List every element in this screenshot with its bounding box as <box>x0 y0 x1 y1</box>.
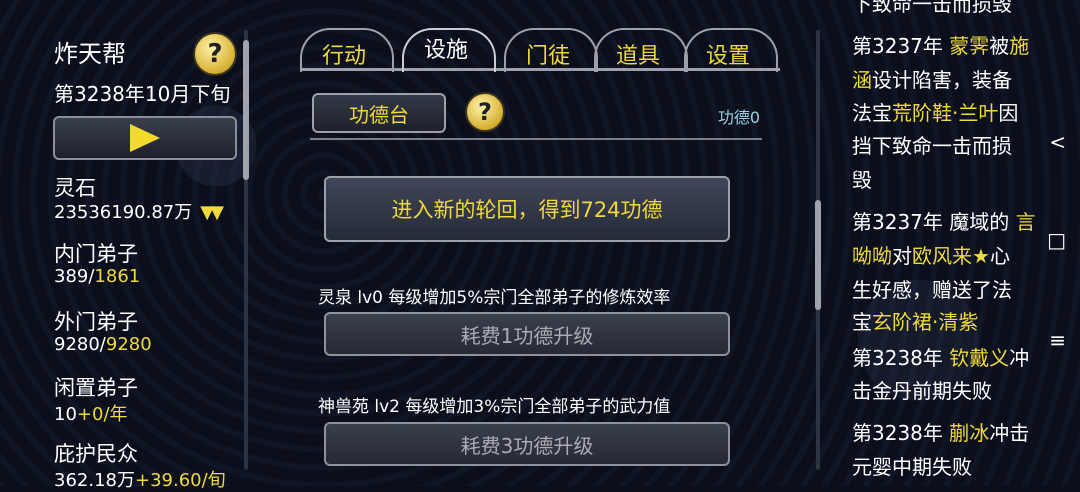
log-line: 法宝荒阶鞋·兰叶因 <box>852 97 1018 126</box>
facility-desc-beast-garden: 神兽苑 lv2 每级增加3%宗门全部弟子的武力值 <box>318 397 671 417</box>
sect-name: 炸天帮 <box>54 40 126 68</box>
log-line: 宝玄阶裙·清紫 <box>852 306 978 335</box>
sect-status-panel: 炸天帮 ? 第3238年10月下旬 灵石 23536190.87万 ▼▼ 内门弟子… <box>40 0 255 491</box>
log-segment: 蒙霁 <box>949 34 990 58</box>
log-segment: 荒阶鞋·兰叶 <box>892 101 999 125</box>
rebirth-button[interactable]: 进入新的轮回，得到724功德 <box>324 176 730 242</box>
log-segment: 蒯冰 <box>949 421 990 445</box>
log-segment: 言 <box>1015 210 1036 234</box>
log-segment: 心 <box>989 244 1010 268</box>
log-line: 元婴中期失败 <box>852 451 972 480</box>
log-segment: 第3238年 <box>852 346 950 370</box>
stat-value-protected-people: 362.18万+39.60/旬 <box>54 470 226 491</box>
divider <box>310 138 762 140</box>
log-segment: 呦呦 <box>852 244 892 268</box>
menu-icon[interactable]: ≡ <box>1049 328 1066 352</box>
stat-value-idle-disciples: 10+0/年 <box>54 404 128 425</box>
scroll-thumb[interactable] <box>243 40 249 180</box>
log-line: 呦呦对欧风来★心 <box>852 240 1010 269</box>
log-segment: 施 <box>1009 34 1030 58</box>
game-date: 第3238年10月下旬 <box>54 82 231 106</box>
upgrade-beast-garden-button[interactable]: 耗费3功德升级 <box>324 422 730 466</box>
log-line: 第3238年 钦戴义冲 <box>852 342 1029 371</box>
tab-facility[interactable]: 设施 <box>424 32 468 64</box>
log-line: 涵设计陷害，装备 <box>852 64 1012 93</box>
log-segment: 被 <box>989 34 1010 58</box>
log-line: 第3238年 蒯冰冲击 <box>852 417 1029 446</box>
stat-label-idle-disciples: 闲置弟子 <box>54 376 138 400</box>
play-icon <box>130 124 160 152</box>
log-segment: 欧风来★ <box>912 244 990 268</box>
stat-value-outer-disciples: 9280/9280 <box>54 334 152 355</box>
merit-counter: 功德0 <box>717 108 760 127</box>
log-segment: 玄阶裙·清紫 <box>872 310 979 334</box>
log-segment: 生好感，赠送了法 <box>852 278 1012 302</box>
event-log: 下致命一击而损毁 第3237年 蒙霁被施 涵设计陷害，装备 法宝荒阶鞋·兰叶因 挡下致… <box>850 0 1050 486</box>
log-segment: 挡下致命一击而损 <box>852 134 1012 158</box>
log-line: 生好感，赠送了法 <box>852 274 1012 303</box>
left-scrollbar[interactable] <box>243 30 249 470</box>
window-icon[interactable]: □ <box>1047 228 1066 252</box>
log-line: 击金丹前期失败 <box>852 375 992 404</box>
tab-settings[interactable]: 设置 <box>706 38 750 70</box>
log-segment: 冲 <box>1009 346 1030 370</box>
log-segment: 毁 <box>852 168 872 192</box>
log-segment: 设计陷害，装备 <box>872 68 1012 92</box>
log-segment: 第3237年 <box>852 34 950 58</box>
log-segment: 宝 <box>852 310 872 334</box>
stat-label-protected-people: 庇护民众 <box>54 442 138 466</box>
log-line: 毁 <box>852 164 872 193</box>
play-button[interactable] <box>53 116 237 160</box>
log-segment: 钦戴义 <box>949 346 1010 370</box>
help-icon[interactable]: ? <box>193 32 237 76</box>
merit-altar-button[interactable]: 功德台 <box>312 93 446 133</box>
tab-bar: 行动 设施 门徒 道具 设置 <box>300 20 780 76</box>
upgrade-spring-button[interactable]: 耗费1功德升级 <box>324 312 730 356</box>
stat-value-spirit-stone: 23536190.87万 ▼▼ <box>54 202 224 223</box>
log-line: 挡下致命一击而损 <box>852 130 1012 159</box>
facility-panel: 行动 设施 门徒 道具 设置 功德台 ? 功德0 进入新的轮回，得到724功德 … <box>290 0 821 486</box>
trend-down-icon: ▼▼ <box>200 202 224 223</box>
log-line: 下致命一击而损毁 <box>852 0 1012 16</box>
stat-label-outer-disciples: 外门弟子 <box>54 310 138 334</box>
log-segment: 因 <box>998 101 1019 125</box>
log-segment: 第3238年 <box>852 421 950 445</box>
help-icon[interactable]: ? <box>465 92 505 132</box>
log-segment: 第3237年 魔域的 <box>852 210 1016 234</box>
tab-items[interactable]: 道具 <box>616 38 660 70</box>
tab-disciples[interactable]: 门徒 <box>526 38 570 70</box>
facility-desc-spring: 灵泉 lv0 每级增加5%宗门全部弟子的修炼效率 <box>318 288 671 308</box>
log-line: 第3237年 魔域的 言 <box>852 206 1036 235</box>
log-segment: 元婴中期失败 <box>852 455 972 479</box>
stat-label-inner-disciples: 内门弟子 <box>54 242 138 266</box>
scroll-thumb[interactable] <box>815 200 821 310</box>
collapse-icon[interactable]: < <box>1049 130 1066 154</box>
log-line: 第3237年 蒙霁被施 <box>852 30 1029 59</box>
center-scrollbar[interactable] <box>815 30 821 470</box>
log-segment: 法宝 <box>852 101 892 125</box>
stat-value-inner-disciples: 389/1861 <box>54 266 141 287</box>
log-segment: 冲击 <box>989 421 1030 445</box>
log-segment: 对 <box>892 244 912 268</box>
tab-action[interactable]: 行动 <box>322 38 366 70</box>
log-segment: 涵 <box>852 68 872 92</box>
log-segment: 击金丹前期失败 <box>852 379 992 403</box>
